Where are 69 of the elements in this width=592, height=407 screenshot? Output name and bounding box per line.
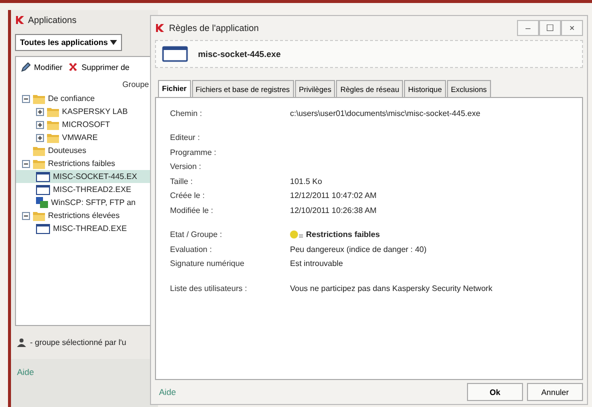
collapse-icon[interactable] [22, 160, 30, 168]
close-button[interactable]: × [561, 20, 583, 36]
tree-item[interactable]: Douteuses [16, 144, 153, 157]
delete-button[interactable]: Supprimer de [68, 62, 130, 72]
field-value: Peu dangereux (indice de danger : 40) [290, 244, 427, 254]
field-label: Chemin : [170, 108, 204, 118]
folder-icon [33, 158, 45, 168]
delete-icon [68, 62, 78, 72]
legend-text: - groupe sélectionné par l'u [30, 338, 126, 347]
folder-icon [33, 94, 45, 104]
field-label: Signature numérique [170, 259, 246, 268]
field-label: Editeur : [170, 133, 201, 142]
tree-item[interactable]: De confiance [16, 92, 153, 105]
field-value: c:\users\user01\documents\misc\misc-socket-445.exe [290, 108, 480, 118]
window-icon [162, 46, 188, 62]
dialog-title: Règles de l'application [169, 23, 260, 33]
window-icon [36, 184, 50, 194]
user-icon [17, 338, 26, 347]
tree-item[interactable]: MISC-THREAD2.EXE [16, 183, 153, 196]
collapse-icon[interactable] [22, 94, 30, 102]
field-label: Etat / Groupe : [170, 230, 224, 240]
minimize-button[interactable]: – [517, 20, 539, 36]
field-label: Modifiée le : [170, 206, 214, 215]
app-name: misc-socket-445.exe [198, 49, 281, 59]
field-value: 12/10/2011 10:26:38 AM [290, 206, 377, 215]
collapse-icon[interactable] [22, 212, 30, 220]
caret-icon [110, 40, 118, 45]
folder-icon [47, 106, 59, 116]
folder-icon [33, 210, 45, 220]
column-header[interactable]: Groupe [16, 77, 153, 92]
field-value: 12/12/2011 10:47:02 AM [290, 191, 377, 200]
window-title: Applications [28, 15, 77, 25]
window-icon [36, 172, 50, 182]
tree-item[interactable]: MISC-SOCKET-445.EX [16, 170, 153, 183]
field-value: Restrictions faibles [306, 230, 380, 240]
field-label: Programme : [170, 148, 218, 157]
cancel-button[interactable]: Annuler [527, 383, 583, 401]
logo-icon [155, 23, 165, 33]
tree-item[interactable]: VMWARE [16, 131, 153, 144]
folder-icon [33, 146, 45, 156]
status-icon [290, 230, 303, 240]
expand-icon[interactable] [36, 108, 44, 116]
expand-icon[interactable] [36, 120, 44, 128]
field-label: Taille : [170, 176, 194, 186]
expand-icon[interactable] [36, 134, 44, 142]
pencil-icon [21, 62, 31, 72]
field-label: Version : [170, 162, 202, 172]
edit-button[interactable]: Modifier [21, 62, 62, 72]
tree-item[interactable]: WinSCP: SFTP, FTP an [16, 196, 153, 209]
ok-button[interactable]: Ok [467, 383, 523, 401]
program-icon [36, 197, 48, 208]
tree-item[interactable]: MICROSOFT [16, 118, 153, 131]
tree-item[interactable]: Restrictions faibles [16, 157, 153, 170]
tree-item[interactable]: KASPERSKY LAB [16, 105, 153, 118]
help-link[interactable]: Aide [159, 387, 176, 397]
field-value: Vous ne participez pas dans Kaspersky Security Network [290, 284, 492, 293]
field-value: Est introuvable [290, 259, 343, 268]
field-value: 101.5 Ko [290, 176, 322, 186]
folder-icon [47, 120, 59, 130]
filter-dropdown[interactable]: Toutes les applications [15, 34, 122, 51]
field-label: Liste des utilisateurs : [170, 284, 248, 293]
tree-item[interactable]: MISC-THREAD.EXE [16, 222, 153, 235]
field-label: Evaluation : [170, 244, 213, 254]
field-label: Créée le : [170, 191, 206, 200]
maximize-button[interactable]: ☐ [539, 20, 561, 36]
folder-icon [47, 132, 59, 142]
tree-item[interactable]: Restrictions élevées [16, 209, 153, 222]
window-icon [36, 224, 50, 234]
logo-icon [15, 15, 25, 25]
